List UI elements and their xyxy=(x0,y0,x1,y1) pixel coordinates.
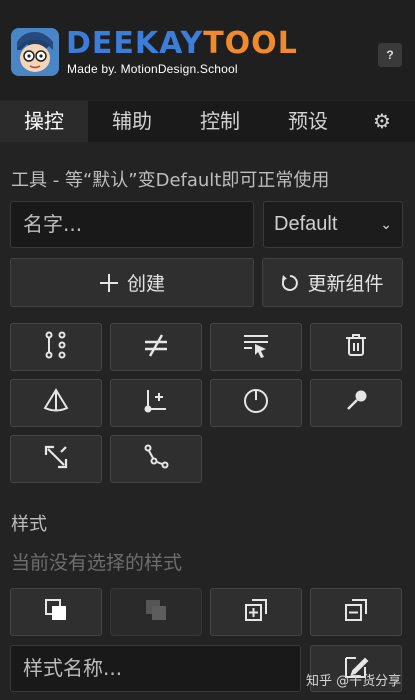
paste-style-button[interactable] xyxy=(110,588,202,636)
help-button[interactable]: ? xyxy=(378,43,402,67)
remove-layer-button[interactable] xyxy=(310,588,402,636)
add-bone-icon xyxy=(142,387,170,419)
preset-select-value: Default xyxy=(274,213,338,235)
refresh-icon xyxy=(281,274,299,292)
name-input[interactable]: 名字... xyxy=(10,201,254,248)
path-nodes-button[interactable] xyxy=(110,435,202,483)
remove-layer-icon xyxy=(343,597,369,627)
styles-section-label: 样式 xyxy=(11,514,47,535)
dial-button[interactable] xyxy=(210,379,302,427)
logo-deekay: DEEKAY xyxy=(66,26,204,61)
logo-tool: TOOL xyxy=(203,26,298,61)
pin-icon xyxy=(342,387,370,419)
app-logo: DEEKAYTOOL xyxy=(66,28,298,60)
scale-diagonal-button[interactable] xyxy=(10,435,102,483)
header: DEEKAYTOOL Made by. MotionDesign.School … xyxy=(0,0,415,100)
joint-chain-icon xyxy=(42,331,70,363)
tab-controls[interactable]: 控制 xyxy=(176,101,264,142)
select-list-icon xyxy=(242,331,270,363)
pin-button[interactable] xyxy=(310,379,402,427)
preset-select[interactable]: Default ⌄ xyxy=(263,201,403,248)
tab-presets[interactable]: 预设 xyxy=(264,101,352,142)
made-by-credit: Made by. MotionDesign.School xyxy=(67,62,238,76)
settings-gear-icon[interactable]: ⚙ xyxy=(352,101,412,142)
add-bone-button[interactable] xyxy=(110,379,202,427)
chevron-down-icon: ⌄ xyxy=(380,216,392,232)
tab-rigging[interactable]: 操控 xyxy=(0,101,88,142)
tools-hint: 工具 - 等“默认”变Default即可正常使用 xyxy=(11,170,330,191)
tab-bar: 操控 辅助 控制 预设 ⚙ xyxy=(0,101,415,142)
add-layer-icon xyxy=(243,597,269,627)
create-button[interactable]: 创建 xyxy=(10,258,254,307)
copy-style-icon xyxy=(43,597,69,627)
scale-diagonal-icon xyxy=(42,443,70,475)
select-list-button[interactable] xyxy=(210,323,302,371)
create-button-label: 创建 xyxy=(126,273,165,295)
avatar xyxy=(11,28,59,76)
not-equal-button[interactable] xyxy=(110,323,202,371)
tab-helpers[interactable]: 辅助 xyxy=(88,101,176,142)
trash-icon xyxy=(343,332,369,362)
update-component-button[interactable]: 更新组件 xyxy=(262,258,403,307)
cone-light-button[interactable] xyxy=(10,379,102,427)
copy-style-button[interactable] xyxy=(10,588,102,636)
style-name-input[interactable]: 样式名称... xyxy=(10,645,301,692)
styles-empty-text: 当前没有选择的样式 xyxy=(11,552,183,574)
plus-icon xyxy=(99,273,119,293)
joint-chain-button[interactable] xyxy=(10,323,102,371)
add-layer-button[interactable] xyxy=(210,588,302,636)
cone-light-icon xyxy=(42,387,70,419)
dial-icon xyxy=(242,387,270,419)
not-equal-icon xyxy=(142,331,170,363)
path-nodes-icon xyxy=(142,443,170,475)
watermark: 知乎 @干货分享 xyxy=(306,674,402,689)
delete-button[interactable] xyxy=(310,323,402,371)
paste-style-icon xyxy=(143,597,169,627)
update-button-label: 更新组件 xyxy=(307,273,384,295)
